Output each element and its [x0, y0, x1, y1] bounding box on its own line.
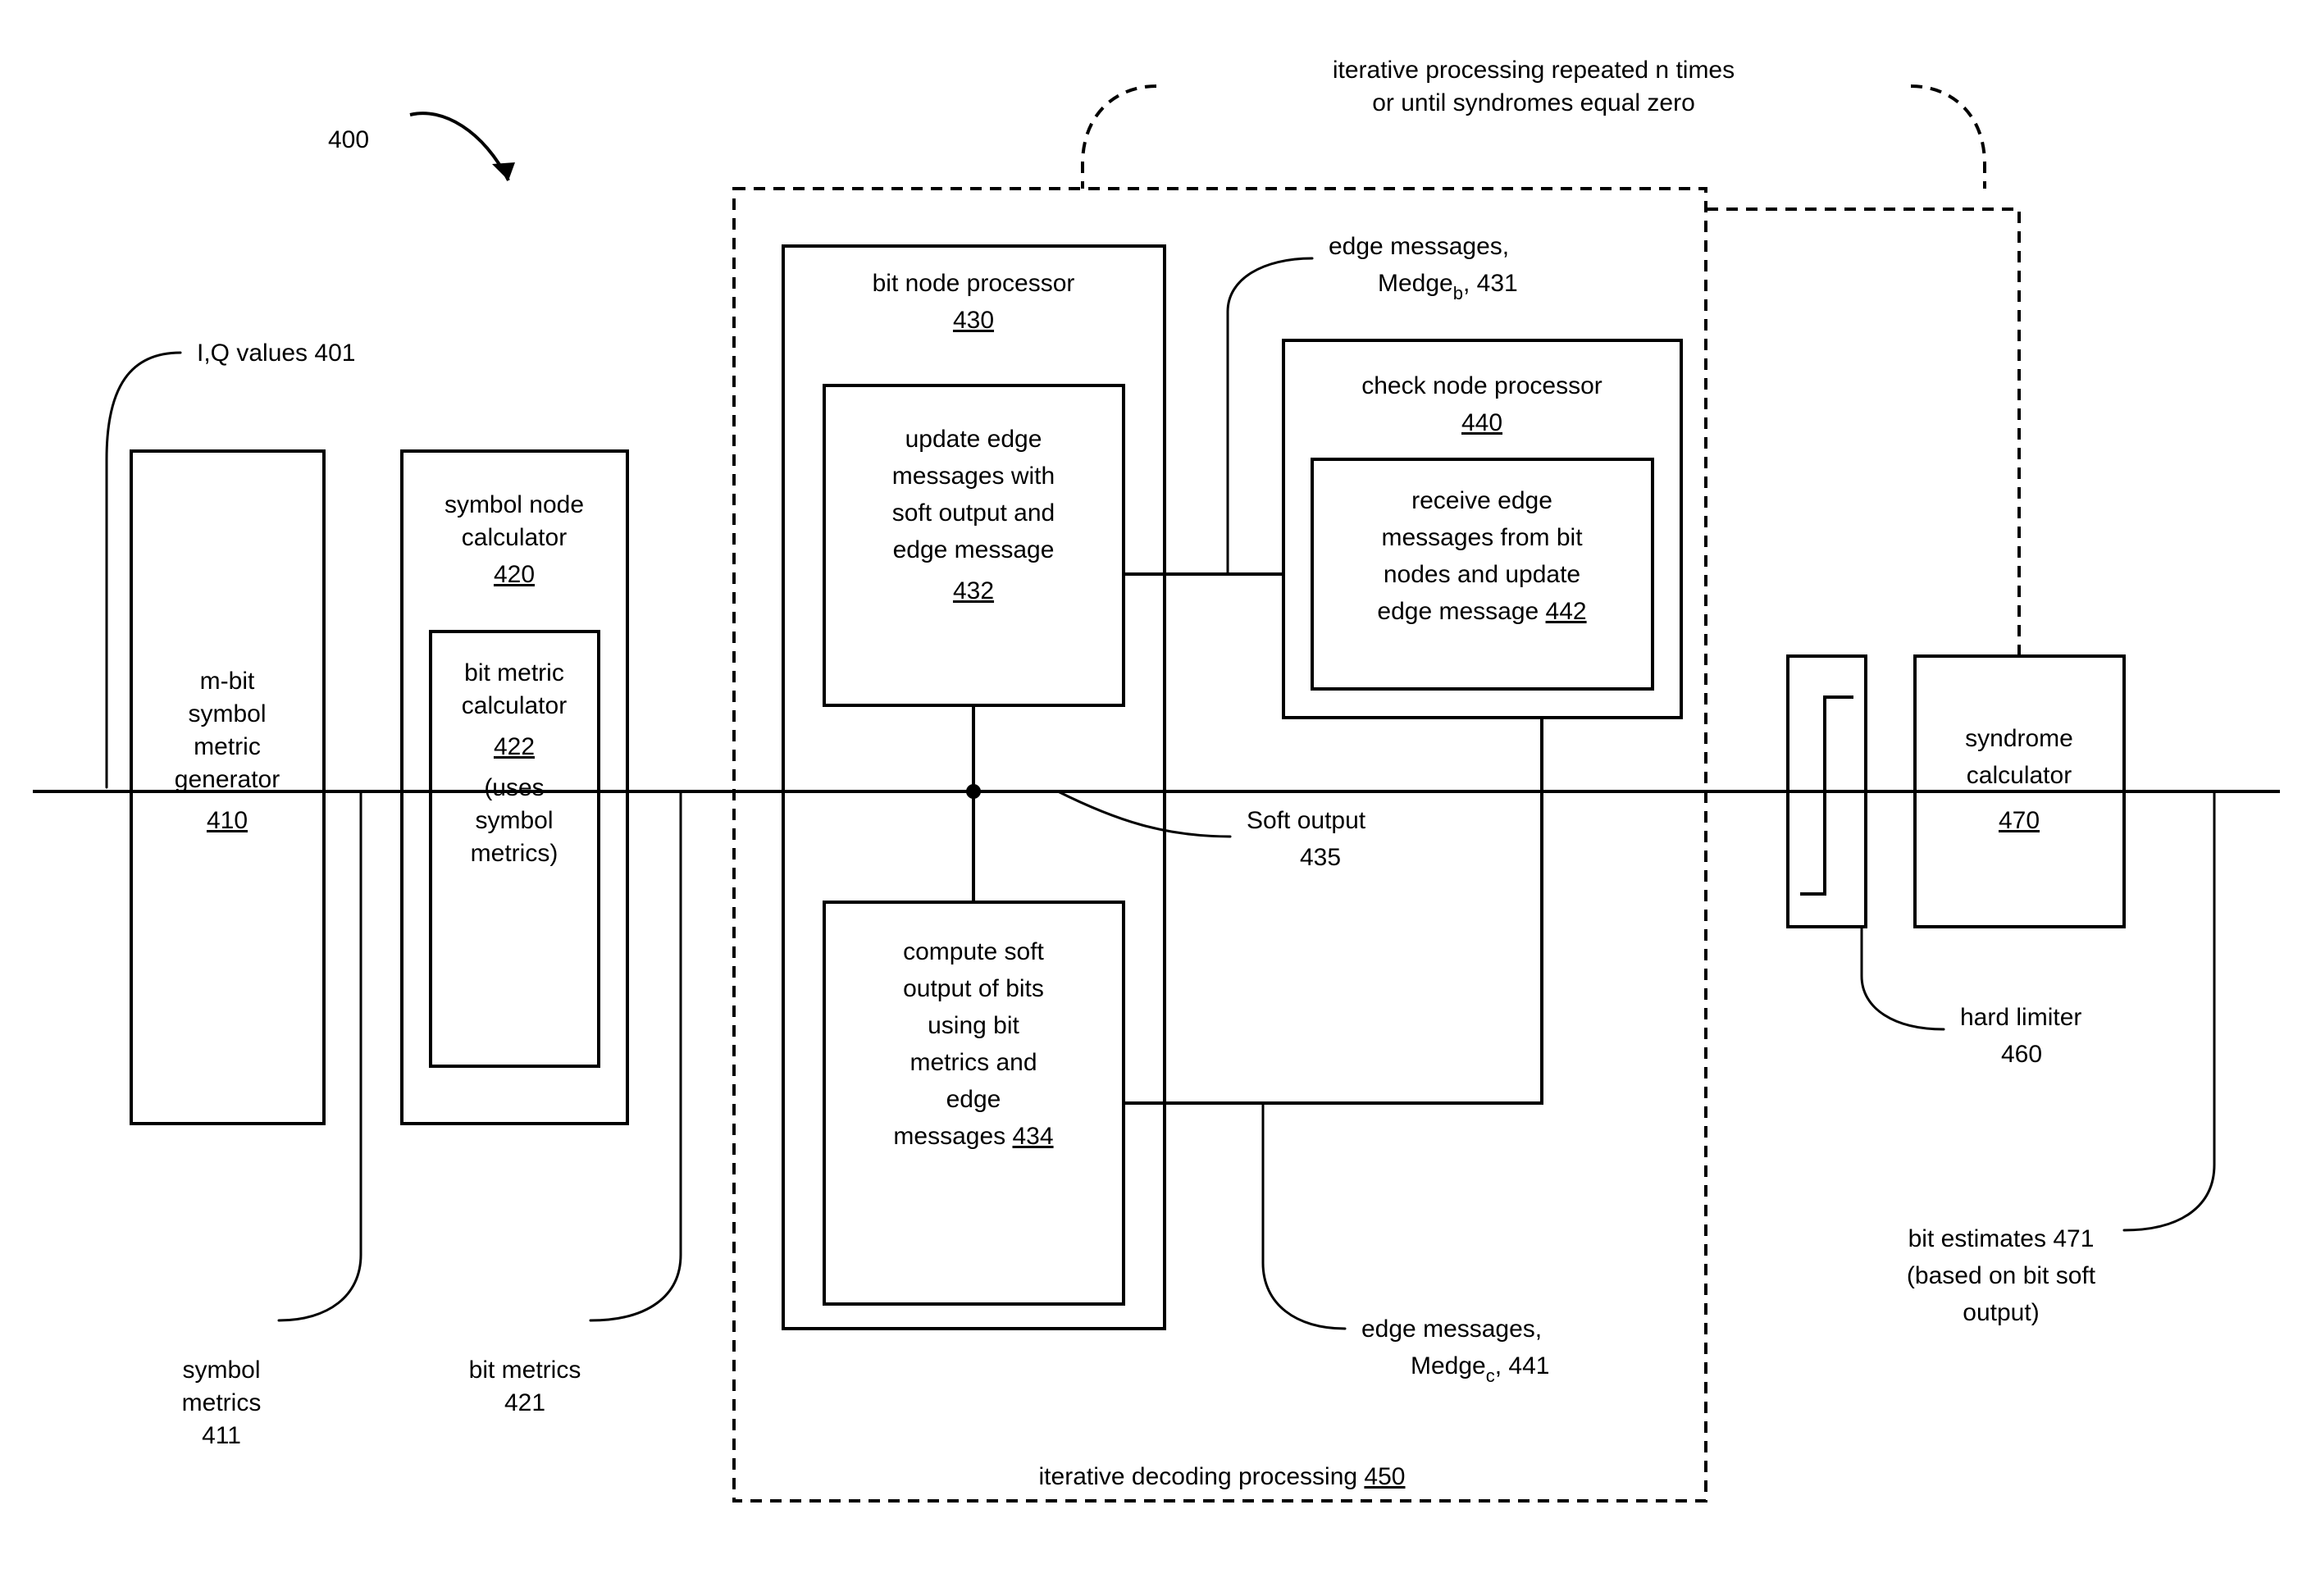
gen-l4: generator — [175, 766, 280, 793]
rcv-l1: receive edge — [1411, 487, 1552, 514]
symmet-leader — [279, 791, 361, 1320]
gen-l3: metric — [194, 733, 261, 760]
upd-l1: update edge — [905, 426, 1042, 453]
limiter-symbol — [1800, 697, 1853, 894]
symmet-l1: symbol — [182, 1357, 260, 1384]
rcv-l4: edge message 442 — [1377, 598, 1586, 625]
bitcalc-l4: symbol — [475, 807, 553, 834]
rcv-l3: nodes and update — [1384, 561, 1580, 588]
diagram-canvas: 400 iterative processing repeated n time… — [0, 0, 2316, 1596]
edgec-l1: edge messages, — [1361, 1316, 1542, 1343]
figure-number: 400 — [328, 126, 369, 153]
bitmet-l1: bit metrics — [469, 1357, 581, 1384]
upd-l3: soft output and — [892, 499, 1055, 527]
wire-434-to-440 — [1124, 718, 1542, 1103]
iq-leader — [107, 353, 180, 787]
edgec-l2: Medgec, 441 — [1411, 1352, 1549, 1386]
symcalc-ref: 420 — [494, 561, 535, 588]
bitest-l2: (based on bit soft — [1907, 1262, 2096, 1289]
bitcalc-l1: bit metric — [464, 659, 564, 686]
feedback-dashed — [1706, 209, 2019, 656]
symmet-l3: 411 — [202, 1422, 241, 1449]
cnp-ref: 440 — [1461, 409, 1502, 436]
hard-l1: hard limiter — [1960, 1004, 2081, 1031]
symcalc-l2: calculator — [462, 524, 567, 551]
bitcalc-ref: 422 — [494, 733, 535, 760]
iq-label: I,Q values 401 — [197, 340, 355, 367]
bitmet-leader — [590, 791, 681, 1320]
iterative-label: iterative decoding processing 450 — [1039, 1463, 1406, 1490]
edgeb-leader — [1228, 258, 1312, 574]
bitmet-l2: 421 — [504, 1389, 545, 1416]
soft-l1: Soft output — [1247, 807, 1366, 834]
rcv-l2: messages from bit — [1381, 524, 1583, 551]
top-note-line2: or until syndromes equal zero — [1372, 89, 1695, 116]
bnp-title: bit node processor — [873, 270, 1075, 297]
cmp-l2: output of bits — [903, 975, 1044, 1002]
symcalc-l1: symbol node — [445, 491, 584, 518]
cmp-l3: using bit — [928, 1012, 1019, 1039]
top-note-leader-r — [1911, 86, 1985, 189]
edgeb-l2: Medgeb, 431 — [1378, 270, 1518, 303]
synd-ref: 470 — [1999, 807, 2040, 834]
cnp-title: check node processor — [1361, 372, 1603, 399]
bitest-leader — [2124, 791, 2214, 1230]
bitest-l1: bit estimates 471 — [1908, 1225, 2095, 1252]
hard-leader — [1862, 927, 1944, 1029]
bitcalc-l3: (uses — [484, 774, 544, 801]
cmp-l6: messages 434 — [893, 1123, 1053, 1150]
cmp-l1: compute soft — [903, 938, 1044, 965]
hard-l2: 460 — [2001, 1041, 2042, 1068]
gen-l1: m-bit — [200, 668, 255, 695]
synd-l2: calculator — [1967, 762, 2072, 789]
figure-arrowhead — [492, 162, 515, 180]
upd-l4: edge message — [893, 536, 1055, 563]
upd-ref: 432 — [953, 577, 994, 604]
edgeb-l1: edge messages, — [1329, 233, 1509, 260]
soft-leader — [1058, 791, 1230, 837]
soft-l2: 435 — [1300, 844, 1341, 871]
cmp-l4: metrics and — [910, 1049, 1037, 1076]
upd-l2: messages with — [892, 463, 1055, 490]
edgec-leader — [1263, 1103, 1345, 1329]
figure-arrow — [410, 113, 508, 180]
bitest-l3: output) — [1963, 1299, 2039, 1326]
bitcalc-l2: calculator — [462, 692, 567, 719]
synd-l1: syndrome — [1965, 725, 2073, 752]
cmp-l5: edge — [946, 1086, 1001, 1113]
symmet-l2: metrics — [182, 1389, 262, 1416]
gen-ref: 410 — [207, 807, 248, 834]
top-note-line1: iterative processing repeated n times — [1333, 57, 1735, 84]
gen-l2: symbol — [188, 700, 266, 727]
top-note-leader — [1083, 86, 1156, 189]
bnp-ref: 430 — [953, 307, 994, 334]
bitcalc-l5: metrics) — [471, 840, 558, 867]
